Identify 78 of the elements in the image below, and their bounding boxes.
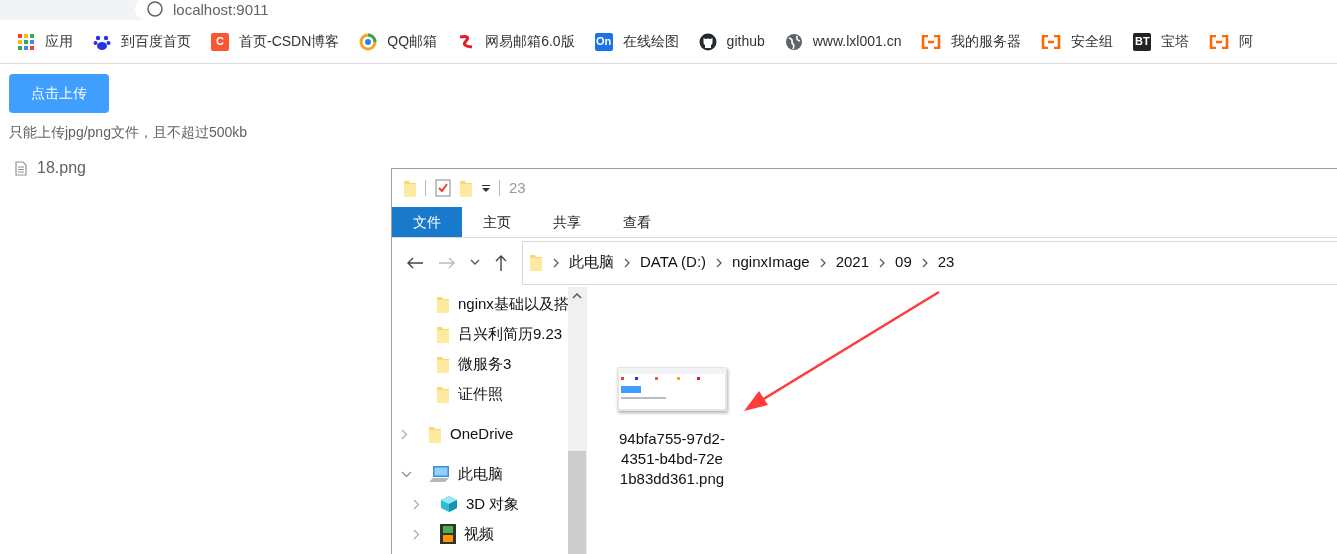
chevron-right-icon: [819, 257, 826, 268]
bookmark[interactable]: QQ邮箱: [359, 31, 438, 52]
bookmark[interactable]: 应用: [17, 31, 73, 52]
window-title: 23: [509, 177, 526, 198]
github-icon: [698, 32, 717, 51]
apps-icon: [17, 32, 35, 51]
nav-item[interactable]: 视频: [392, 519, 568, 549]
address-text[interactable]: localhost:9011: [173, 1, 269, 17]
breadcrumb-item[interactable]: 此电脑: [569, 251, 614, 274]
cube-icon: [440, 495, 458, 513]
letter-icon: BT: [1133, 32, 1152, 51]
dropdown-icon: [481, 183, 491, 193]
bracket-icon: [1041, 34, 1062, 49]
folder-icon: [436, 384, 450, 404]
bookmark[interactable]: www.lxl001.cn: [784, 31, 902, 52]
bracket-icon: [921, 34, 942, 49]
nav-item[interactable]: 证件照: [392, 379, 568, 409]
expand-icon[interactable]: [413, 498, 420, 510]
upload-hint: 只能上传jpg/png文件，且不超过500kb: [9, 123, 249, 142]
chevron-right-icon: [716, 257, 723, 268]
breadcrumb-item[interactable]: DATA (D:): [640, 251, 707, 274]
film-icon: [440, 524, 456, 544]
nav-item[interactable]: 吕兴利简历9.23: [392, 319, 568, 349]
breadcrumb-item[interactable]: 2021: [835, 251, 870, 274]
back-icon[interactable]: [406, 255, 424, 270]
folder-icon: [529, 253, 543, 272]
nav-item[interactable]: 微服务3: [392, 349, 568, 379]
scrollbar[interactable]: [568, 287, 586, 554]
bracket-icon: [1209, 34, 1230, 49]
breadcrumb-item[interactable]: nginxImage: [732, 251, 810, 274]
nav-item[interactable]: 3D 对象: [392, 489, 568, 519]
nav-item[interactable]: nginx基础以及搭: [392, 289, 568, 319]
chevron-right-icon: [879, 257, 886, 268]
expand-icon[interactable]: [413, 528, 420, 540]
properties-icon: [435, 179, 451, 197]
folder-icon: [436, 354, 450, 374]
computer-icon: [428, 465, 450, 483]
breadcrumb-item[interactable]: 23: [937, 251, 955, 274]
address-bar[interactable]: 此电脑 DATA (D:) nginxImage 2021 09 23: [522, 240, 1337, 285]
bookmark[interactable]: On 在线绘图: [594, 31, 679, 52]
nav-item[interactable]: 此电脑: [392, 459, 568, 489]
ribbon-tab[interactable]: 主页: [462, 207, 532, 237]
letter-icon: On: [594, 32, 613, 51]
expand-icon[interactable]: [401, 428, 408, 440]
folder-icon: [436, 324, 450, 344]
globe-icon: [784, 32, 803, 51]
chevron-right-icon: [624, 257, 630, 268]
bookmark[interactable]: 网易邮箱6.0版: [457, 31, 575, 52]
breadcrumb-item[interactable]: 09: [895, 251, 912, 274]
collapse-icon[interactable]: [401, 470, 412, 478]
bookmark[interactable]: 我的服务器: [921, 31, 1022, 52]
ring-icon: [359, 32, 378, 51]
folder-icon: [436, 294, 450, 314]
file-name[interactable]: 94bfa755-97d2-4351-b4bd-72e1b83dd361.png: [617, 429, 727, 489]
chevron-right-icon: [921, 257, 928, 268]
chevron-right-icon: [553, 257, 559, 268]
info-icon: [147, 1, 163, 17]
bookmark[interactable]: 安全组: [1041, 31, 1114, 52]
nav-item[interactable]: OneDrive: [392, 419, 568, 449]
bookmark[interactable]: BT 宝塔: [1133, 31, 1190, 52]
document-icon: [15, 160, 27, 176]
separator-icon: [425, 180, 427, 196]
bookmark[interactable]: 到百度首页: [93, 31, 191, 52]
folder-icon: [459, 178, 473, 198]
ribbon-tab[interactable]: 查看: [602, 207, 672, 237]
uploaded-file[interactable]: 18.png: [15, 156, 86, 180]
bookmark[interactable]: 阿: [1209, 31, 1254, 52]
folder-icon: [428, 424, 442, 444]
bookmark[interactable]: C 首页-CSDN博客: [211, 31, 340, 52]
forward-icon: [438, 255, 456, 270]
ribbon-tab[interactable]: 文件: [392, 207, 462, 237]
letter-icon: C: [211, 32, 229, 51]
chevron-down-icon: [470, 259, 480, 266]
bookmark[interactable]: github: [698, 31, 765, 52]
separator-icon: [499, 180, 501, 196]
ribbon-tab[interactable]: 共享: [532, 207, 602, 237]
up-icon: [494, 253, 508, 272]
folder-icon: [403, 178, 417, 198]
